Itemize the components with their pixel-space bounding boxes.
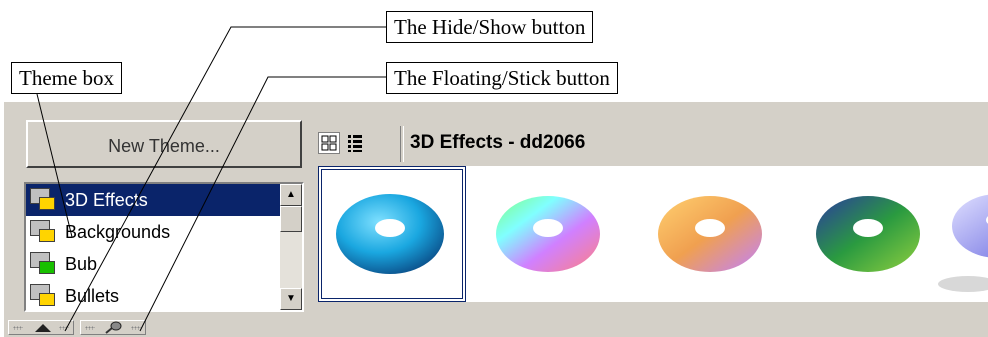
theme-item-backgrounds[interactable]: Backgrounds	[26, 216, 282, 248]
gallery-toolbar: 3D Effects - dd2066	[310, 120, 988, 168]
grip-icon	[59, 326, 69, 330]
floating-stick-callout-text: The Floating/Stick button	[394, 66, 610, 90]
detailed-view-icon	[348, 135, 362, 152]
floating-stick-callout: The Floating/Stick button	[386, 62, 618, 94]
gallery-status-bar	[4, 318, 204, 337]
hide-show-button[interactable]	[8, 320, 74, 335]
theme-item-label: Bullets	[65, 286, 120, 306]
theme-item-bullets[interactable]: Bullets	[26, 280, 282, 310]
gallery-panel: New Theme... 3D Effects Backgrounds Bub …	[4, 100, 988, 337]
gallery-preview-area	[318, 166, 988, 302]
theme-folder-icon	[30, 188, 55, 211]
detailed-view-button[interactable]	[344, 132, 366, 154]
scroll-up-button[interactable]: ▲	[280, 184, 302, 206]
toolbar-separator	[400, 126, 404, 162]
icon-view-button[interactable]	[318, 132, 340, 154]
icon-view-icon	[321, 135, 337, 151]
gallery-thumbnail[interactable]	[794, 166, 942, 302]
grip-icon	[85, 326, 95, 330]
gallery-thumbnail[interactable]	[474, 166, 622, 302]
theme-folder-icon	[30, 220, 55, 243]
hide-show-callout: The Hide/Show button	[386, 11, 594, 43]
theme-item-3d-effects[interactable]: 3D Effects	[26, 184, 282, 216]
gallery-title: 3D Effects - dd2066	[410, 132, 586, 153]
theme-box-callout: Theme box	[11, 62, 123, 94]
theme-folder-icon	[30, 284, 55, 307]
theme-item-bub[interactable]: Bub	[26, 248, 282, 280]
gallery-thumbnail[interactable]	[318, 166, 466, 302]
panel-top-edge	[4, 100, 988, 102]
scroll-thumb[interactable]	[280, 206, 302, 232]
theme-list-scrollbar[interactable]: ▲ ▼	[280, 184, 302, 310]
triangle-up-icon	[35, 324, 51, 332]
orange-torus-image	[658, 196, 762, 272]
theme-item-label: Backgrounds	[65, 222, 171, 242]
floating-stick-button[interactable]	[80, 320, 146, 335]
hide-show-callout-text: The Hide/Show button	[394, 15, 586, 39]
theme-list-items: 3D Effects Backgrounds Bub Bullets	[26, 184, 282, 310]
theme-item-label: 3D Effects	[65, 190, 148, 210]
scroll-down-button[interactable]: ▼	[280, 288, 302, 310]
grip-icon	[13, 326, 23, 330]
theme-folder-icon	[30, 252, 55, 275]
pushpin-icon	[105, 321, 122, 334]
blue-torus-image	[336, 194, 444, 274]
gallery-thumbnail[interactable]	[636, 166, 784, 302]
grip-icon	[131, 326, 141, 330]
theme-box[interactable]: 3D Effects Backgrounds Bub Bullets ▲ ▼	[24, 182, 304, 312]
new-theme-button[interactable]: New Theme...	[26, 120, 302, 168]
rainbow-torus-image	[496, 196, 600, 272]
theme-box-callout-text: Theme box	[19, 66, 115, 90]
green-blue-torus-image	[816, 196, 920, 272]
theme-item-label: Bub	[65, 254, 98, 274]
